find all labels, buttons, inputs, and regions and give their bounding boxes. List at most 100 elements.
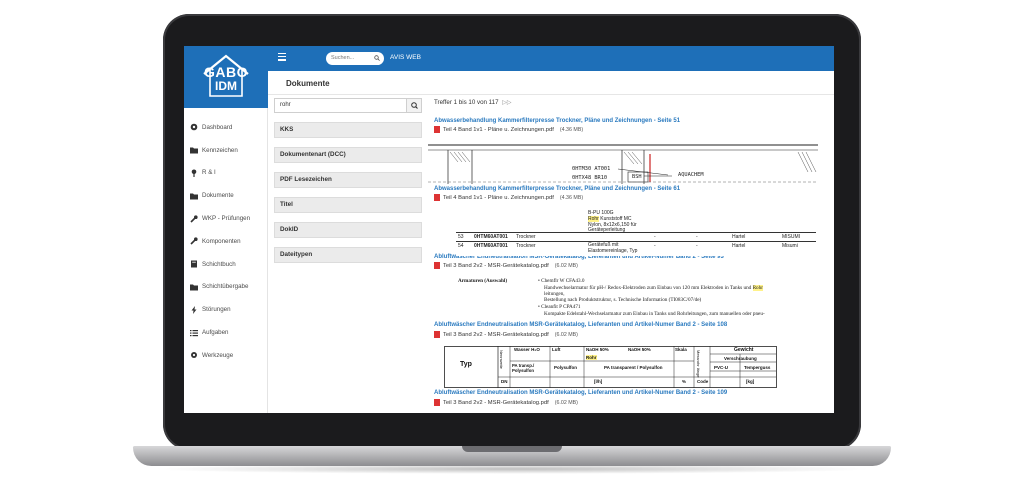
result-title[interactable]: Abwasserbehandlung Kammerfilterpresse Tr… — [434, 118, 680, 124]
document-search-input[interactable]: rohr — [274, 98, 422, 113]
app-name: AVIS WEB — [390, 54, 421, 61]
facet-dokumentenart[interactable]: Dokumentenart (DCC) — [274, 147, 422, 163]
folder-icon — [190, 284, 198, 291]
sidebar-item-schichtuebergabe[interactable]: Schichtübergabe — [184, 276, 268, 299]
pdf-icon — [434, 399, 440, 406]
result-title[interactable]: Abwasserbehandlung Kammerfilterpresse Tr… — [434, 186, 680, 192]
result-file[interactable]: Teil 4 Band 1v1 - Pläne u. Zeichnungen.p… — [434, 126, 583, 133]
catalog-unit-3: Code — [697, 379, 709, 384]
search-placeholder: Suchen... — [331, 55, 355, 61]
catalog-col-nennweite: Nennweite — [499, 350, 504, 369]
result-file-name: Teil 4 Band 1v1 - Pläne u. Zeichnungen.p… — [443, 126, 554, 133]
sidebar-item-label: Störungen — [202, 306, 231, 314]
doc-bullet-1a-text: Handwechselarmatur für pH-/ Redox-Elektr… — [544, 285, 753, 291]
facet-dateitypen[interactable]: Dateitypen — [274, 247, 422, 263]
pin-icon — [191, 169, 197, 177]
catalog-unit-2: % — [682, 379, 687, 384]
wrench-icon — [190, 214, 198, 223]
facet-titel[interactable]: Titel — [274, 197, 422, 213]
sidebar-item-label: R & I — [202, 169, 216, 177]
result-title[interactable]: Abluftwäscher Endneutralisation MSR-Gerä… — [434, 322, 727, 328]
laptop-mockup: GABO IDM Dashboard Kennzeichen R & I Dok… — [0, 0, 1024, 492]
facet-pdf-lesezeichen[interactable]: PDF Lesezeichen — [274, 172, 422, 188]
catalog-top-3: NaOH 50% — [586, 347, 609, 352]
sidebar-item-label: Kennzeichen — [202, 146, 238, 154]
sidebar-item-r-und-i[interactable]: R & I — [184, 162, 268, 185]
result-file-size: (4.36 MB) — [559, 194, 584, 201]
result-preview-parts-table: B-PU 100G Rohr Kunststoff MC Nylon, 8x12… — [456, 210, 816, 256]
result-file[interactable]: Teil 3 Band 2v2 - MSR-Gerätekatalog.pdf … — [434, 262, 578, 269]
sidebar-item-dokumente[interactable]: Dokumente — [184, 184, 268, 207]
catalog-top-2: Luft — [552, 347, 561, 352]
sidebar-item-stoerungen[interactable]: Störungen — [184, 298, 268, 321]
result-file[interactable]: Teil 4 Band 1v1 - Pläne u. Zeichnungen.p… — [434, 194, 583, 201]
doc-bullet-1-text: Chemflr W CFA43.0 — [541, 278, 585, 284]
catalog-col-typ: Typ — [460, 361, 472, 368]
result-file-size: (4.36 MB) — [559, 126, 584, 133]
sidebar-item-komponenten[interactable]: Komponenten — [184, 230, 268, 253]
search-highlight: Rohr — [752, 285, 763, 291]
sidebar-item-label: Dashboard — [202, 123, 233, 131]
catalog-unit-1: [l/h] — [594, 379, 603, 384]
sidebar-item-label: Komponenten — [202, 237, 241, 245]
sidebar-item-label: Dokumente — [202, 192, 234, 200]
table-rule — [456, 241, 816, 242]
result-preview-drawing: 0HTM30 AT001 0HTX48 BR10 BSH AQUACHEM — [428, 142, 818, 184]
sidebar-item-label: WKP - Prüfungen — [202, 215, 251, 223]
sidebar-item-aufgaben[interactable]: Aufgaben — [184, 321, 268, 344]
table-cell: Hartel — [732, 243, 746, 249]
hits-text: Treffer 1 bis 10 von 117 — [434, 99, 499, 106]
doc-bullet-2: • Cleanfit P CPA471 — [538, 304, 581, 310]
catalog-top-5: Skala — [675, 347, 687, 352]
doc-bullet-2a: Kompakte Edelstahl-Wechselarmatur zum Ei… — [544, 311, 765, 317]
result-title[interactable]: Abluftwäscher Endneutralisation MSR-Gerä… — [434, 390, 727, 396]
folder-icon — [190, 193, 198, 200]
drawing-lines — [428, 144, 818, 184]
doc-left-heading: Armaturen (Auswahl) — [458, 278, 508, 284]
catalog-dn: DN — [501, 379, 508, 384]
table-cell: Gerätefuß mit Elastomereinlage, Typ — [588, 242, 638, 254]
hamburger-menu-icon[interactable] — [278, 53, 286, 61]
result-file-size: (6.02 MB) — [554, 399, 578, 406]
result-file-name: Teil 3 Band 2v2 - MSR-Gerätekatalog.pdf — [443, 399, 549, 406]
sidebar-item-kennzeichen[interactable]: Kennzeichen — [184, 139, 268, 162]
catalog-head-verschraubung: Verschraubung — [724, 356, 757, 361]
list-icon — [190, 329, 198, 336]
folder-icon — [190, 147, 198, 154]
table-cell: - — [696, 243, 698, 249]
search-icon[interactable] — [374, 55, 380, 61]
title-divider — [268, 94, 834, 95]
global-search-input[interactable]: Suchen... — [326, 52, 384, 65]
book-icon — [191, 260, 197, 268]
catalog-c3: PA transparent / Polysulfon — [604, 365, 663, 370]
search-icon — [411, 102, 418, 109]
table-cell: MISUMI — [782, 234, 801, 240]
next-page-icon[interactable]: ▷▷ — [502, 100, 511, 106]
facet-kks[interactable]: KKS — [274, 122, 422, 138]
document-search-button[interactable] — [406, 99, 421, 112]
sidebar-item-werkzeuge[interactable]: Werkzeuge — [184, 344, 268, 367]
sidebar-item-dashboard[interactable]: Dashboard — [184, 116, 268, 139]
dashboard-icon — [190, 124, 198, 131]
result-file[interactable]: Teil 3 Band 2v2 - MSR-Gerätekatalog.pdf … — [434, 399, 578, 406]
table-cell: - — [696, 234, 698, 240]
table-cell: 53 — [458, 234, 464, 240]
sidebar-item-label: Werkzeuge — [202, 351, 234, 359]
sidebar-item-wkp-pruefungen[interactable]: WKP - Prüfungen — [184, 207, 268, 230]
logo-text-gabo: GABO — [204, 64, 248, 80]
sidebar-item-schichtbuch[interactable]: Schichtbuch — [184, 253, 268, 276]
result-file-size: (6.02 MB) — [554, 262, 578, 269]
table-cell: 0HTM60AT001 — [474, 243, 508, 249]
pdf-icon — [434, 194, 440, 201]
table-cell: - — [654, 234, 656, 240]
catalog-top-4: NaOH 50% — [628, 347, 651, 352]
result-file[interactable]: Teil 3 Band 2v2 - MSR-Gerätekatalog.pdf … — [434, 331, 578, 338]
doc-bullet-1: • Chemflr W CFA43.0 — [538, 278, 585, 284]
sidebar-item-label: Schichtbuch — [202, 260, 236, 268]
sidebar-item-label: Aufgaben — [202, 329, 229, 337]
result-preview-text: Armaturen (Auswahl) • Chemflr W CFA43.0 … — [454, 278, 814, 320]
table-cell: Trockner — [516, 243, 536, 249]
brand-logo[interactable]: GABO IDM — [184, 46, 268, 108]
facet-dokid[interactable]: DokID — [274, 222, 422, 238]
laptop-notch — [462, 446, 562, 452]
